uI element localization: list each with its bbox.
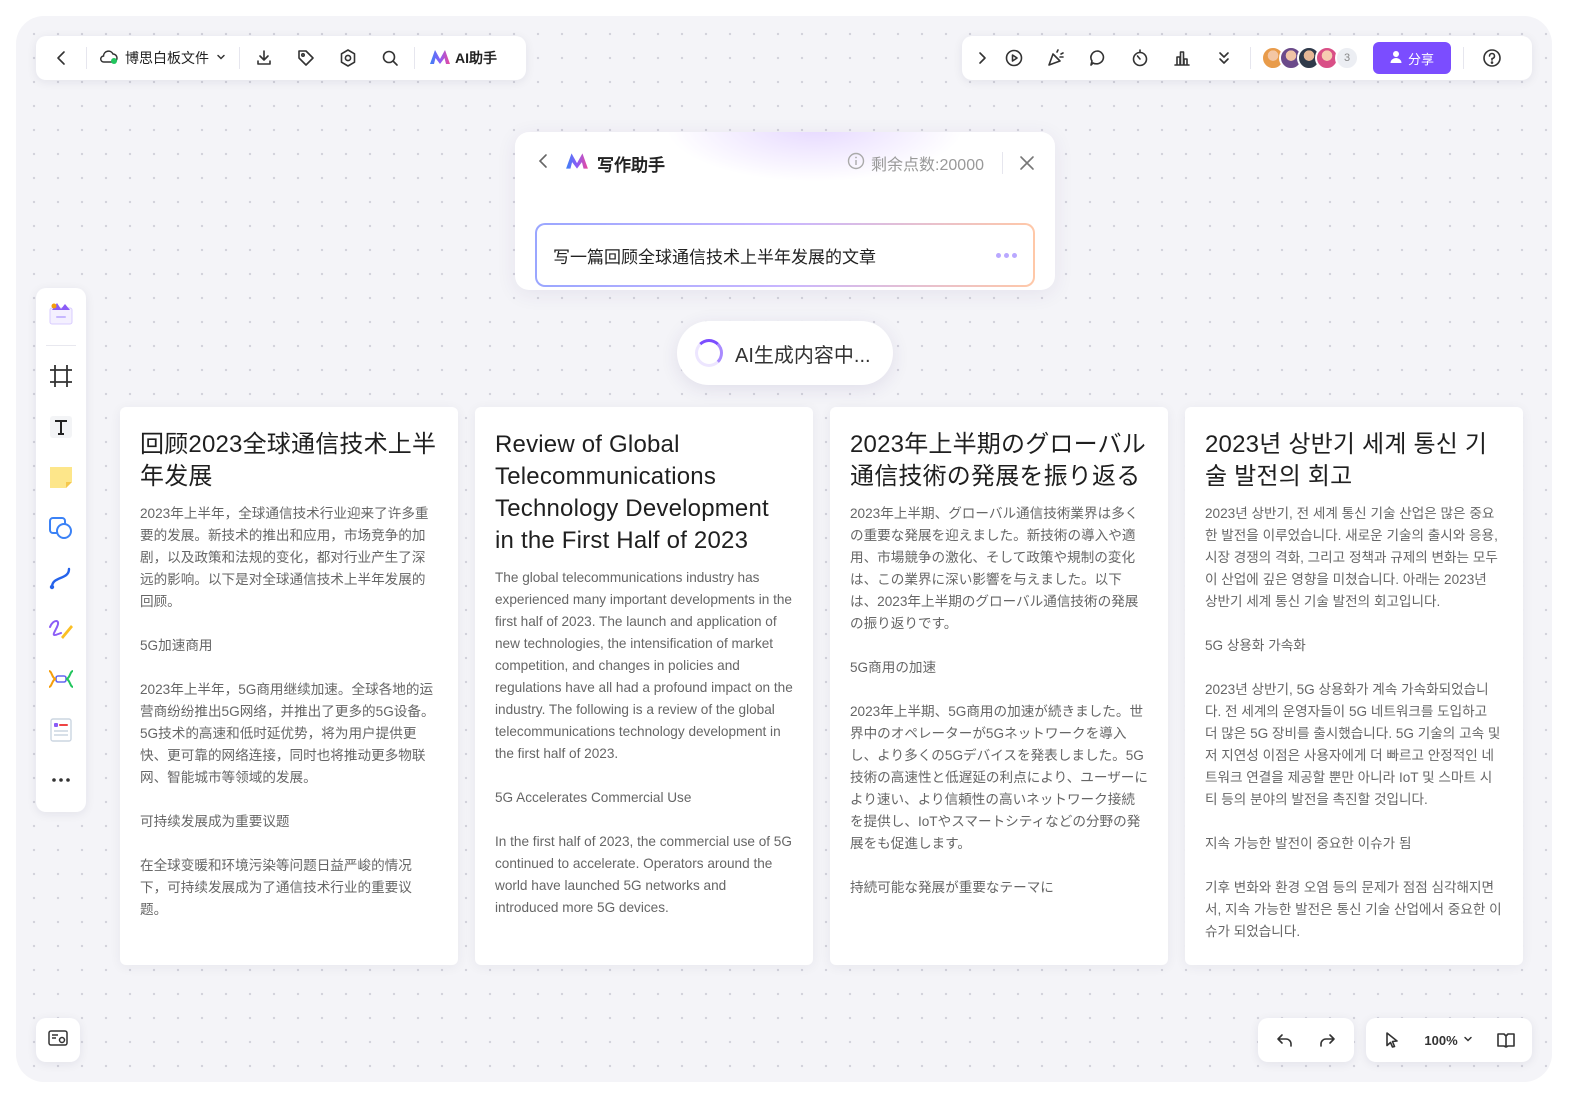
writing-assistant-panel: 写作助手 剩余点数:20000 写一篇回顾全球通信技术上半年发展的文章 bbox=[515, 132, 1055, 290]
card-title: Review of Global Telecommunications Tech… bbox=[495, 431, 769, 554]
whiteboard-canvas[interactable]: 博思白板文件 AI助手 3 分享 写作助手 剩余点数:20000 写一篇回顾全球… bbox=[16, 16, 1552, 1082]
file-name: 博思白板文件 bbox=[125, 50, 209, 66]
top-right-toolbar: 3 分享 bbox=[962, 36, 1532, 80]
generating-text: AI生成内容中... bbox=[735, 344, 871, 367]
celebrate-icon[interactable] bbox=[1040, 42, 1072, 74]
card-paragraph: 기후 변화와 환경 오염 등의 문제가 점점 심각해지면서, 지속 가능한 발전… bbox=[1205, 880, 1502, 939]
zoom-level: 100% bbox=[1424, 1032, 1458, 1048]
back-icon[interactable] bbox=[46, 42, 78, 74]
generating-indicator: AI生成内容中... bbox=[677, 321, 893, 385]
history-controls bbox=[1258, 1018, 1354, 1062]
card-paragraph: 2023년 상반기, 전 세계 통신 기술 산업은 많은 중요한 발전을 이루었… bbox=[1205, 506, 1498, 609]
card-paragraph: 2023年上半年，全球通信技术行业迎来了许多重要的发展。新技术的推出和应用，市场… bbox=[140, 506, 429, 609]
cloud-icon bbox=[99, 49, 119, 68]
close-icon[interactable] bbox=[1002, 152, 1035, 174]
tag-icon[interactable] bbox=[290, 42, 322, 74]
cursor-icon[interactable] bbox=[1376, 1024, 1408, 1056]
card-paragraph: 5G加速商用 bbox=[140, 638, 213, 653]
article-card-english[interactable]: Review of Global Telecommunications Tech… bbox=[475, 407, 813, 965]
help-icon[interactable] bbox=[1476, 42, 1508, 74]
shape-icon[interactable] bbox=[42, 509, 80, 547]
card-title: 2023年上半期のグローバル通信技術の発展を振り返る bbox=[850, 431, 1146, 490]
chevron-down-icon bbox=[215, 50, 227, 66]
expand-icon[interactable] bbox=[972, 42, 992, 74]
text-icon[interactable] bbox=[42, 408, 80, 446]
undo-icon[interactable] bbox=[1269, 1024, 1301, 1056]
book-icon[interactable] bbox=[1490, 1024, 1522, 1056]
card-paragraph: 5G 상용화 가속화 bbox=[1205, 638, 1306, 653]
connector-icon[interactable] bbox=[42, 559, 80, 597]
list-card-icon[interactable] bbox=[42, 711, 80, 749]
vote-icon[interactable] bbox=[1166, 42, 1198, 74]
card-paragraph: 5G Accelerates Commercial Use bbox=[495, 790, 692, 805]
minimap-icon bbox=[47, 1027, 69, 1054]
redo-icon[interactable] bbox=[1311, 1024, 1343, 1056]
card-paragraph: 持続可能な発展が重要なテーマに bbox=[850, 880, 1054, 895]
ai-logo-icon bbox=[429, 49, 451, 68]
avatar-count: 3 bbox=[1335, 46, 1359, 70]
ai-assistant-button[interactable]: AI助手 bbox=[423, 48, 503, 68]
article-card-japanese[interactable]: 2023年上半期のグローバル通信技術の発展を振り返る 2023年上半期、グローバ… bbox=[830, 407, 1168, 965]
template-icon[interactable] bbox=[42, 294, 80, 332]
loading-dots-icon bbox=[996, 252, 1017, 258]
comment-icon[interactable] bbox=[1082, 42, 1114, 74]
view-controls: 100% bbox=[1366, 1018, 1532, 1062]
sticky-note-icon[interactable] bbox=[42, 458, 80, 496]
card-paragraph: In the first half of 2023, the commercia… bbox=[495, 834, 792, 915]
card-title: 回顾2023全球通信技术上半年发展 bbox=[140, 431, 437, 490]
card-paragraph: 在全球变暖和环境污染等问题日益严峻的情况下，可持续发展成为了通信技术行业的重要议… bbox=[140, 858, 412, 917]
more-icon[interactable] bbox=[42, 761, 80, 799]
spinner-icon bbox=[695, 339, 723, 367]
card-paragraph: 지속 가능한 발전이 중요한 이슈가 됨 bbox=[1205, 836, 1412, 851]
user-add-icon bbox=[1390, 50, 1404, 67]
card-paragraph: 2023年上半年，5G商用继续加速。全球各地的运营商纷纷推出5G网络，并推出了更… bbox=[140, 682, 435, 785]
back-icon[interactable] bbox=[535, 152, 553, 175]
search-icon[interactable] bbox=[374, 42, 406, 74]
collaborator-avatars[interactable]: 3 bbox=[1261, 46, 1359, 70]
points-text: 剩余点数:20000 bbox=[871, 157, 984, 174]
divider bbox=[414, 47, 415, 69]
minimap-button[interactable] bbox=[36, 1018, 80, 1062]
card-paragraph: 2023년 상반기, 5G 상용화가 계속 가속화되었습니다. 전 세계의 운영… bbox=[1205, 682, 1501, 807]
card-title: 2023년 상반기 세계 통신 기술 발전의 회고 bbox=[1205, 431, 1488, 490]
settings-icon[interactable] bbox=[332, 42, 364, 74]
card-paragraph: 2023年上半期、グローバル通信技術業界は多くの重要な発展を迎えました。新技術の… bbox=[850, 506, 1139, 631]
zoom-dropdown[interactable]: 100% bbox=[1424, 1033, 1473, 1048]
prompt-input[interactable]: 写一篇回顾全球通信技术上半年发展的文章 bbox=[535, 223, 1035, 287]
divider bbox=[239, 47, 240, 69]
chevron-down-icon bbox=[1462, 1033, 1474, 1048]
left-toolbar bbox=[36, 288, 86, 812]
article-card-chinese[interactable]: 回顾2023全球通信技术上半年发展 2023年上半年，全球通信技术行业迎来了许多… bbox=[120, 407, 458, 965]
card-paragraph: 2023年上半期、5G商用の加速が続きました。世界中のオペレーターが5Gネットワ… bbox=[850, 704, 1148, 851]
share-button[interactable]: 分享 bbox=[1373, 42, 1451, 74]
article-card-korean[interactable]: 2023년 상반기 세계 통신 기술 발전의 회고 2023년 상반기, 전 세… bbox=[1185, 407, 1523, 965]
top-left-toolbar: 博思白板文件 AI助手 bbox=[36, 36, 526, 80]
share-label: 分享 bbox=[1407, 51, 1434, 67]
card-paragraph: The global telecommunications industry h… bbox=[495, 570, 793, 761]
assistant-title: 写作助手 bbox=[597, 155, 665, 175]
assistant-header: 写作助手 剩余点数:20000 bbox=[515, 132, 1055, 194]
ai-assistant-label: AI助手 bbox=[455, 50, 497, 66]
divider bbox=[1250, 47, 1251, 69]
download-icon[interactable] bbox=[248, 42, 280, 74]
timer-icon[interactable] bbox=[1124, 42, 1156, 74]
ai-logo-icon bbox=[565, 152, 589, 175]
frame-icon[interactable] bbox=[42, 357, 80, 395]
prompt-text: 写一篇回顾全球通信技术上半年发展的文章 bbox=[553, 247, 876, 267]
card-paragraph: 可持续发展成为重要议题 bbox=[140, 814, 290, 829]
file-name-dropdown[interactable]: 博思白板文件 bbox=[95, 48, 231, 68]
divider bbox=[86, 47, 87, 69]
divider bbox=[46, 344, 76, 346]
play-icon[interactable] bbox=[998, 42, 1030, 74]
more-down-icon[interactable] bbox=[1208, 42, 1240, 74]
info-icon bbox=[847, 152, 865, 175]
remaining-points: 剩余点数:20000 bbox=[847, 151, 984, 175]
divider bbox=[1463, 47, 1464, 69]
pen-icon[interactable] bbox=[42, 610, 80, 648]
mindmap-icon[interactable] bbox=[42, 660, 80, 698]
card-paragraph: 5G商用の加速 bbox=[850, 660, 937, 675]
